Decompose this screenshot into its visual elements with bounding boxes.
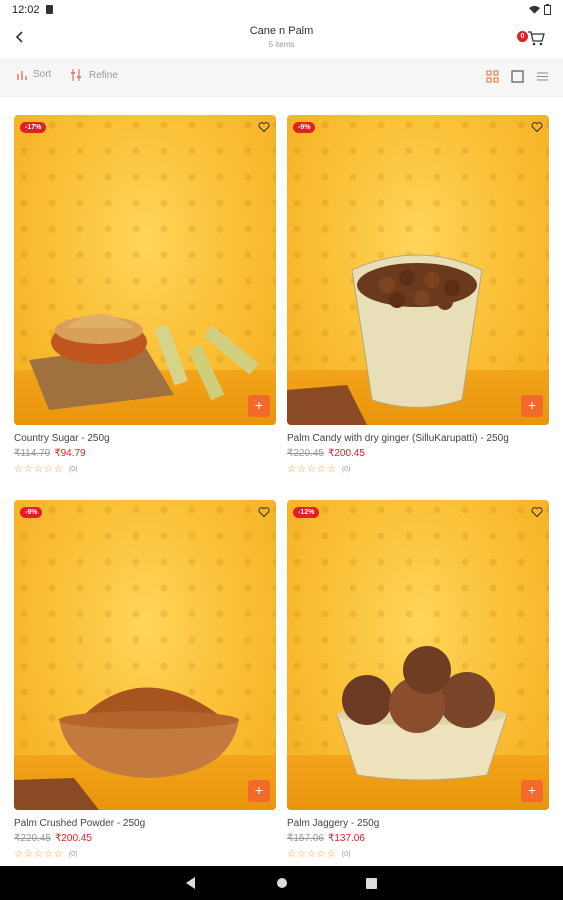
system-nav-bar xyxy=(0,866,563,900)
sort-icon xyxy=(17,71,27,80)
product-image[interactable]: -9% + xyxy=(287,115,549,425)
rating-stars: ☆ ☆ ☆ ☆ ☆ (0) xyxy=(14,464,276,475)
grid-view-icon[interactable] xyxy=(486,70,499,83)
product-prices: ₹114.79 ₹94.79 xyxy=(14,448,276,459)
palm-jaggery-illustration xyxy=(336,646,508,781)
palm-candy-illustration xyxy=(287,254,483,425)
cart-icon xyxy=(528,31,545,46)
old-price: ₹157.06 xyxy=(287,833,324,844)
current-price: ₹94.79 xyxy=(54,448,86,459)
star-icon: ☆ xyxy=(43,464,53,475)
list-view-icon[interactable] xyxy=(536,70,549,83)
star-icon: ☆ xyxy=(33,849,43,860)
product-name[interactable]: Country Sugar - 250g xyxy=(14,433,276,444)
country-sugar-illustration xyxy=(29,314,259,410)
current-price: ₹200.45 xyxy=(327,448,365,459)
star-icon: ☆ xyxy=(287,849,296,860)
single-view-icon[interactable] xyxy=(511,70,524,83)
star-icon: ☆ xyxy=(14,464,23,475)
discount-badge: -9% xyxy=(20,507,43,518)
review-count: (0) xyxy=(341,851,351,858)
nav-back-icon[interactable] xyxy=(186,876,196,894)
product-card[interactable]: -12% + Palm Jaggery - 250g ₹157.06 ₹137.0… xyxy=(287,500,549,860)
refine-label: Refine xyxy=(89,69,118,81)
product-prices: ₹220.45 ₹200.45 xyxy=(14,833,276,844)
sim-icon xyxy=(46,5,53,14)
status-icons xyxy=(529,4,551,15)
product-name[interactable]: Palm Crushed Powder - 250g xyxy=(14,818,276,829)
nav-recents-icon[interactable] xyxy=(366,876,377,894)
cart-badge: 0 xyxy=(517,31,528,42)
star-icon: ☆ xyxy=(14,849,23,860)
old-price: ₹220.45 xyxy=(14,833,51,844)
heart-icon[interactable] xyxy=(258,506,270,518)
star-icon: ☆ xyxy=(326,464,336,475)
star-icon: ☆ xyxy=(53,849,63,860)
discount-badge: -9% xyxy=(293,122,316,133)
current-price: ₹137.06 xyxy=(327,833,365,844)
star-icon: ☆ xyxy=(326,849,336,860)
sort-label: Sort xyxy=(33,69,52,80)
review-count: (0) xyxy=(341,466,351,473)
add-to-cart-button[interactable]: + xyxy=(248,780,270,802)
star-icon: ☆ xyxy=(287,464,296,475)
rating-stars: ☆ ☆ ☆ ☆ ☆ (0) xyxy=(287,464,549,475)
star-icon: ☆ xyxy=(23,464,33,475)
product-prices: ₹157.06 ₹137.06 xyxy=(287,833,549,844)
discount-badge: -12% xyxy=(293,507,320,518)
refine-icon xyxy=(71,69,81,81)
heart-icon[interactable] xyxy=(531,121,543,133)
product-name[interactable]: Palm Jaggery - 250g xyxy=(287,818,549,829)
star-icon: ☆ xyxy=(306,849,316,860)
heart-icon[interactable] xyxy=(258,121,270,133)
current-price: ₹200.45 xyxy=(54,833,92,844)
add-to-cart-button[interactable]: + xyxy=(248,395,270,417)
star-icon: ☆ xyxy=(53,464,63,475)
star-icon: ☆ xyxy=(306,464,316,475)
product-name[interactable]: Palm Candy with dry ginger (SilluKarupat… xyxy=(287,433,549,444)
star-icon: ☆ xyxy=(296,849,306,860)
star-icon: ☆ xyxy=(296,464,306,475)
product-card[interactable]: -9% + Palm Crushed Powder - 250g ₹220.45… xyxy=(14,500,276,860)
cart-button[interactable]: 0 xyxy=(517,30,549,48)
status-time: 12:02 xyxy=(12,4,40,16)
refine-button[interactable]: Refine xyxy=(70,69,118,81)
palm-crushed-powder-illustration xyxy=(14,687,239,810)
product-card[interactable]: -17% + Country Sugar - 250g ₹114.79 ₹94.7… xyxy=(14,115,276,475)
old-price: ₹220.45 xyxy=(287,448,324,459)
wifi-icon xyxy=(529,5,540,14)
app-bar: Cane n Palm 5 items 0 xyxy=(0,20,563,58)
product-image[interactable]: -17% + xyxy=(14,115,276,425)
status-bar: 12:02 xyxy=(0,0,563,20)
view-switcher xyxy=(486,70,549,83)
add-to-cart-button[interactable]: + xyxy=(521,395,543,417)
rating-stars: ☆ ☆ ☆ ☆ ☆ (0) xyxy=(14,849,276,860)
product-image[interactable]: -12% + xyxy=(287,500,549,810)
review-count: (0) xyxy=(68,851,78,858)
star-icon: ☆ xyxy=(316,464,326,475)
page-title: Cane n Palm xyxy=(249,25,314,37)
nav-home-icon[interactable] xyxy=(276,876,288,894)
review-count: (0) xyxy=(68,466,78,473)
old-price: ₹114.79 xyxy=(14,448,51,459)
battery-icon xyxy=(544,4,551,15)
add-to-cart-button[interactable]: + xyxy=(521,780,543,802)
product-prices: ₹220.45 ₹200.45 xyxy=(287,448,549,459)
filter-toolbar: Sort Refine xyxy=(0,58,563,97)
star-icon: ☆ xyxy=(23,849,33,860)
rating-stars: ☆ ☆ ☆ ☆ ☆ (0) xyxy=(287,849,549,860)
product-image[interactable]: -9% + xyxy=(14,500,276,810)
item-count: 5 items xyxy=(268,40,295,49)
heart-icon[interactable] xyxy=(531,506,543,518)
discount-badge: -17% xyxy=(20,122,47,133)
sort-button[interactable]: Sort xyxy=(16,69,51,80)
star-icon: ☆ xyxy=(316,849,326,860)
star-icon: ☆ xyxy=(33,464,43,475)
product-card[interactable]: -9% + Palm Candy with dry ginger (SilluK… xyxy=(287,115,549,475)
star-icon: ☆ xyxy=(43,849,53,860)
